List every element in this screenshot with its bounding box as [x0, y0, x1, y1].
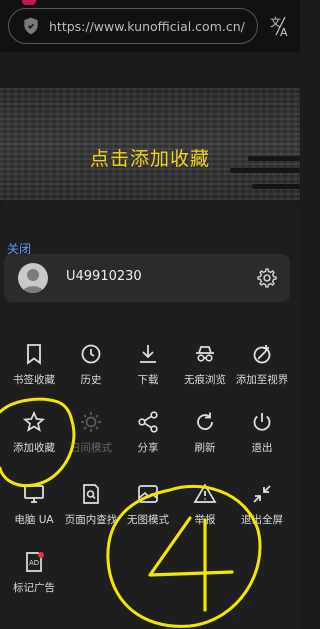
account-card[interactable]: U49910230: [4, 254, 290, 302]
menu-item-label: 书签收藏: [13, 374, 55, 386]
find-in-page-icon: [83, 484, 99, 504]
menu-item-label: 分享: [137, 442, 159, 454]
report-icon: [193, 483, 217, 503]
browser-toolbar: https://www.kunofficial.com.cn/ 文 A: [0, 0, 300, 52]
menu-item-label: 添加收藏: [13, 442, 55, 454]
history-icon: [81, 344, 101, 364]
menu-item-mark-ads[interactable]: AD 标记广告: [4, 550, 64, 595]
menu-item-share[interactable]: 分享: [118, 410, 178, 455]
menu-item-no-image-mode[interactable]: 无图模式: [118, 482, 178, 527]
ad-mark-icon: AD: [26, 552, 44, 572]
menu-item-label: 页面内查找: [64, 514, 118, 526]
menu-item-label: 退出全屏: [241, 514, 283, 526]
notification-indicator: [22, 0, 36, 5]
power-icon: [253, 413, 271, 431]
add-to-view-icon: [253, 345, 271, 364]
refresh-icon: [197, 412, 213, 430]
menu-item-label: 无痕浏览: [184, 374, 226, 386]
share-icon: [138, 411, 158, 433]
menu-item-day-mode[interactable]: 日间模式: [61, 410, 121, 455]
page-hero-image: 点击添加收藏: [0, 88, 300, 200]
address-bar[interactable]: https://www.kunofficial.com.cn/: [8, 8, 258, 44]
menu-item-history[interactable]: 历史: [61, 342, 121, 387]
gear-icon[interactable]: [256, 267, 278, 289]
avatar: [18, 263, 48, 293]
menu-item-label: 日间模式: [70, 442, 112, 454]
menu-item-incognito[interactable]: 无痕浏览: [175, 342, 235, 387]
user-id: U49910230: [66, 269, 142, 284]
url-text: https://www.kunofficial.com.cn/: [49, 18, 245, 34]
menu-item-report[interactable]: 举报: [175, 482, 235, 527]
menu-item-label: 刷新: [194, 442, 216, 454]
menu-item-label: 下载: [137, 374, 159, 386]
desktop-icon: [24, 485, 44, 503]
menu-item-add-to-view[interactable]: 添加至视界: [232, 342, 292, 387]
translate-icon[interactable]: 文 A: [268, 14, 292, 38]
download-icon: [140, 345, 156, 363]
svg-text:AD: AD: [29, 559, 39, 567]
menu-item-desktop-ua[interactable]: 电脑 UA: [4, 482, 64, 527]
incognito-icon: [196, 346, 214, 362]
menu-item-add-favorite[interactable]: 添加收藏: [4, 410, 64, 455]
menu-item-exit-fullscreen[interactable]: 退出全屏: [232, 482, 292, 527]
browser-menu-sheet: 关闭 U49910230 书签收藏 历史 下载 无痕浏览 添加至视界 添加收藏 …: [0, 200, 300, 629]
menu-item-label: 电脑 UA: [14, 514, 54, 526]
menu-item-label: 退出: [251, 442, 273, 454]
menu-item-label: 举报: [194, 514, 216, 526]
menu-item-find-in-page[interactable]: 页面内查找: [61, 482, 121, 527]
page-heading: 点击添加收藏: [89, 148, 210, 170]
menu-item-downloads[interactable]: 下载: [118, 342, 178, 387]
bookmark-icon: [27, 344, 41, 365]
menu-item-label: 添加至视界: [235, 374, 289, 386]
menu-item-label: 标记广告: [13, 582, 55, 594]
exit-fullscreen-icon: [253, 485, 271, 503]
sun-icon: [81, 412, 101, 432]
star-icon: [22, 410, 46, 432]
menu-item-label: 无图模式: [127, 514, 169, 526]
svg-text:A: A: [280, 26, 288, 38]
menu-item-label: 历史: [80, 374, 102, 386]
shield-icon: [24, 17, 38, 35]
menu-item-bookmarks[interactable]: 书签收藏: [4, 342, 64, 387]
no-image-icon: [138, 485, 158, 503]
menu-item-exit[interactable]: 退出: [232, 410, 292, 455]
menu-item-refresh[interactable]: 刷新: [175, 410, 235, 455]
